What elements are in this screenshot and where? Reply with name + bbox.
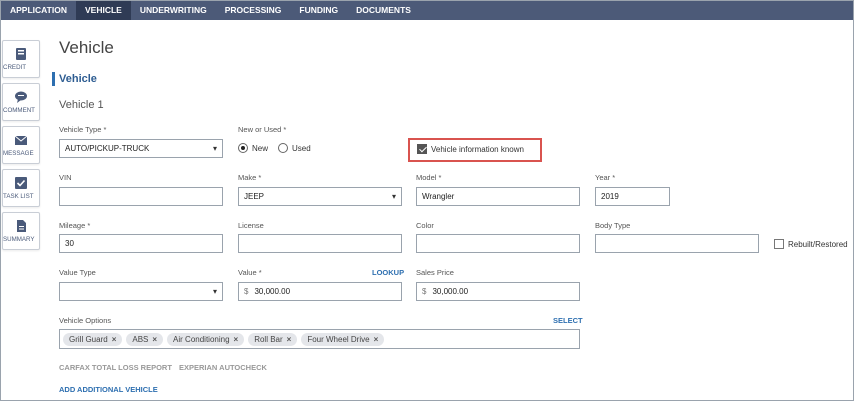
select-options-link[interactable]: SELECT bbox=[553, 316, 583, 325]
radio-used-label: Used bbox=[292, 143, 311, 153]
make-value: JEEP bbox=[244, 192, 265, 201]
option-chip-label: ABS bbox=[132, 334, 149, 344]
vehicle-type-select[interactable]: AUTO/PICKUP-TRUCK bbox=[59, 139, 223, 158]
vehicle-options-label: Vehicle Options bbox=[59, 316, 112, 325]
remove-chip-icon[interactable]: × bbox=[234, 335, 239, 344]
sidebar-item-message[interactable]: MESSAGE bbox=[2, 126, 40, 164]
vehicle-options-field[interactable]: Grill Guard × ABS × Air Conditioning × Roll… bbox=[59, 329, 580, 349]
credit-card-icon bbox=[16, 48, 26, 60]
option-chip: Roll Bar × bbox=[248, 332, 298, 346]
sidebar-item-credit[interactable]: CREDIT bbox=[2, 40, 40, 78]
sales-price-label: Sales Price bbox=[416, 268, 454, 277]
vin-input[interactable] bbox=[59, 187, 223, 206]
vehicle-type-value: AUTO/PICKUP-TRUCK bbox=[65, 144, 150, 153]
remove-chip-icon[interactable]: × bbox=[374, 335, 379, 344]
vin-label: VIN bbox=[59, 173, 72, 182]
envelope-icon bbox=[14, 135, 28, 145]
tab-funding[interactable]: FUNDING bbox=[290, 1, 347, 20]
value-input[interactable]: $30,000.00 bbox=[238, 282, 402, 301]
tab-documents[interactable]: DOCUMENTS bbox=[347, 1, 420, 20]
radio-new-dot bbox=[238, 143, 248, 153]
sidebar-item-label: TASK LIST bbox=[3, 193, 34, 200]
experian-autocheck-link[interactable]: EXPERIAN AUTOCHECK bbox=[179, 363, 267, 372]
color-label: Color bbox=[416, 221, 434, 230]
radio-used-dot bbox=[278, 143, 288, 153]
option-chip: ABS × bbox=[126, 332, 164, 346]
comment-icon bbox=[15, 91, 27, 103]
sidebar-item-label: SUMMARY bbox=[3, 236, 35, 243]
remove-chip-icon[interactable]: × bbox=[287, 335, 292, 344]
option-chip-label: Four Wheel Drive bbox=[307, 334, 370, 344]
currency-prefix: $ bbox=[244, 287, 249, 296]
option-chip-label: Grill Guard bbox=[69, 334, 108, 344]
tab-vehicle[interactable]: VEHICLE bbox=[75, 1, 131, 20]
tab-underwriting[interactable]: UNDERWRITING bbox=[131, 1, 216, 20]
model-label: Model * bbox=[416, 173, 442, 182]
remove-chip-icon[interactable]: × bbox=[112, 335, 117, 344]
value-label: Value * bbox=[238, 268, 262, 277]
radio-used[interactable]: Used bbox=[278, 143, 311, 153]
sidebar-item-task-list[interactable]: TASK LIST bbox=[2, 169, 40, 207]
mileage-label: Mileage * bbox=[59, 221, 91, 230]
year-input[interactable]: 2019 bbox=[595, 187, 670, 206]
checkbox-box bbox=[774, 239, 784, 249]
color-input[interactable] bbox=[416, 234, 580, 253]
value-type-select[interactable] bbox=[59, 282, 223, 301]
body-type-label: Body Type bbox=[595, 221, 631, 230]
rebuilt-restored-label: Rebuilt/Restored bbox=[788, 239, 848, 249]
sales-price-input[interactable]: $30,000.00 bbox=[416, 282, 580, 301]
vehicle-subtitle: Vehicle 1 bbox=[59, 99, 104, 111]
license-label: License bbox=[238, 221, 264, 230]
vehicle-info-known-label: Vehicle information known bbox=[431, 144, 524, 154]
option-chip-label: Air Conditioning bbox=[173, 334, 230, 344]
sidebar-item-comment[interactable]: COMMENT bbox=[2, 83, 40, 121]
page-title: Vehicle bbox=[59, 38, 114, 57]
radio-new-label: New bbox=[252, 143, 269, 153]
lookup-link[interactable]: LOOKUP bbox=[372, 268, 404, 277]
value-type-label: Value Type bbox=[59, 268, 96, 277]
model-input[interactable]: Wrangler bbox=[416, 187, 580, 206]
option-chip: Grill Guard × bbox=[63, 332, 123, 346]
mileage-input[interactable]: 30 bbox=[59, 234, 223, 253]
tab-processing[interactable]: PROCESSING bbox=[216, 1, 291, 20]
body-type-input[interactable] bbox=[595, 234, 759, 253]
option-chip: Four Wheel Drive × bbox=[301, 332, 385, 346]
rebuilt-restored-checkbox[interactable]: Rebuilt/Restored bbox=[774, 239, 848, 249]
checkbox-icon bbox=[15, 177, 27, 189]
section-accent-bar bbox=[52, 72, 55, 86]
radio-new[interactable]: New bbox=[238, 143, 268, 153]
add-additional-vehicle-link[interactable]: ADD ADDITIONAL VEHICLE bbox=[59, 385, 158, 394]
remove-chip-icon[interactable]: × bbox=[152, 335, 157, 344]
sidebar-item-label: MESSAGE bbox=[3, 150, 34, 157]
checkbox-box bbox=[417, 144, 427, 154]
top-nav: APPLICATION VEHICLE UNDERWRITING PROCESS… bbox=[1, 1, 853, 20]
sidebar-item-label: CREDIT bbox=[3, 64, 27, 71]
option-chip: Air Conditioning × bbox=[167, 332, 245, 346]
value-amount: 30,000.00 bbox=[254, 287, 291, 296]
tab-application[interactable]: APPLICATION bbox=[1, 1, 76, 20]
currency-prefix: $ bbox=[422, 287, 427, 296]
sales-price-amount: 30,000.00 bbox=[432, 287, 469, 296]
year-label: Year * bbox=[595, 173, 616, 182]
vehicle-type-label: Vehicle Type * bbox=[59, 125, 107, 134]
sidebar-item-summary[interactable]: SUMMARY bbox=[2, 212, 40, 250]
document-icon bbox=[17, 220, 26, 232]
vehicle-info-known-checkbox[interactable]: Vehicle information known bbox=[417, 144, 524, 154]
make-select[interactable]: JEEP bbox=[238, 187, 402, 206]
license-input[interactable] bbox=[238, 234, 402, 253]
option-chip-label: Roll Bar bbox=[254, 334, 283, 344]
carfax-report-link[interactable]: CARFAX TOTAL LOSS REPORT bbox=[59, 363, 172, 372]
new-or-used-label: New or Used * bbox=[238, 125, 287, 134]
make-label: Make * bbox=[238, 173, 262, 182]
section-title: Vehicle bbox=[59, 73, 97, 85]
sidebar-item-label: COMMENT bbox=[3, 107, 35, 114]
